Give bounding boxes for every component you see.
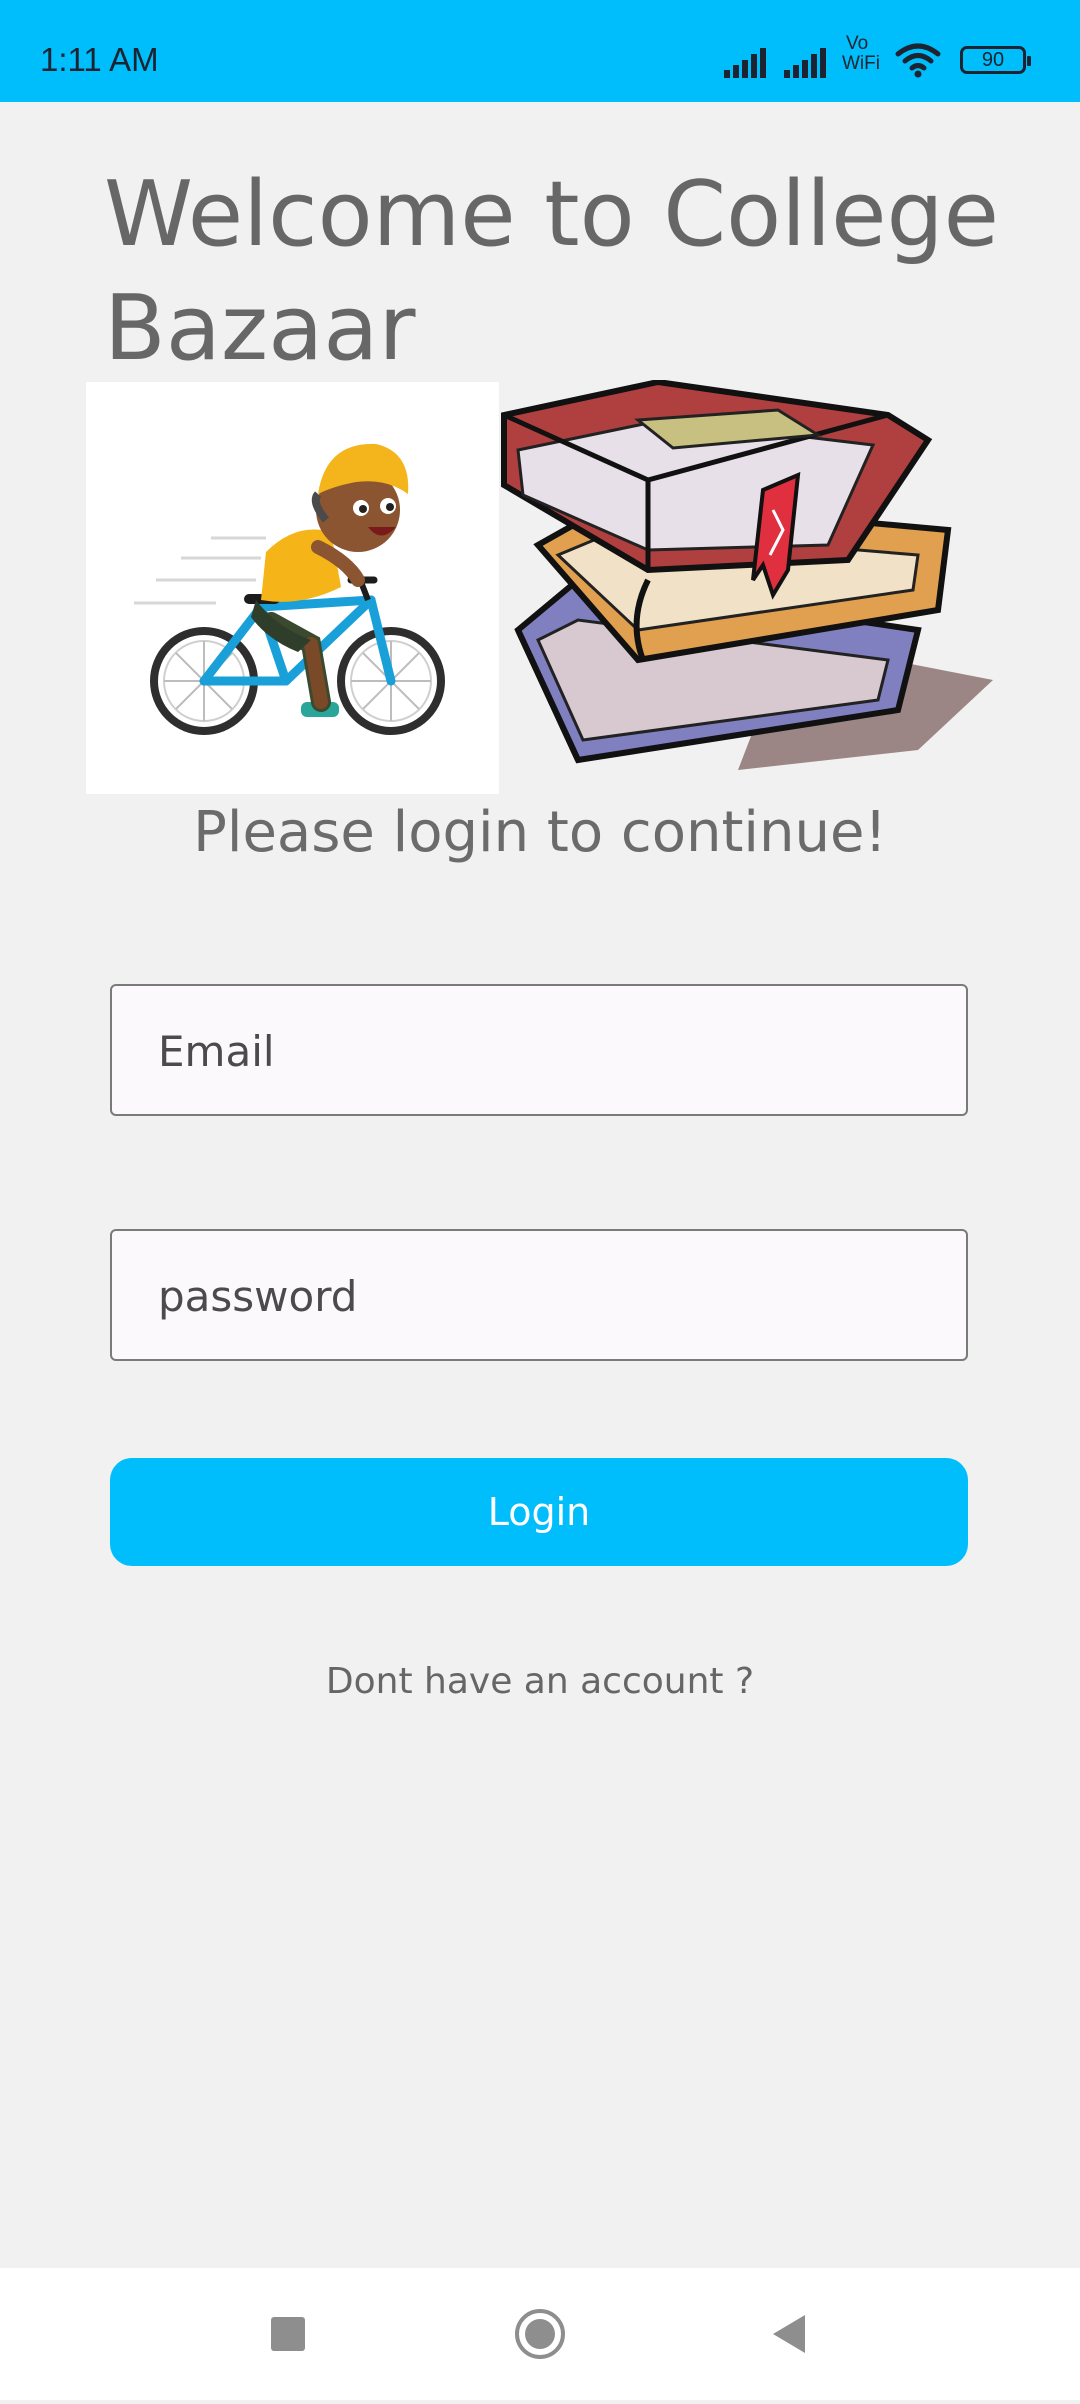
recent-apps-button[interactable] xyxy=(218,2268,358,2400)
signal-1-icon xyxy=(724,48,766,78)
page-title: Welcome to College Bazaar xyxy=(104,162,1000,381)
password-field[interactable] xyxy=(156,1231,940,1361)
status-icons: Vo WiFi 90 xyxy=(724,34,1034,86)
battery-level: 90 xyxy=(981,49,1005,71)
bicycle-illustration xyxy=(86,382,499,794)
login-subtitle: Please login to continue! xyxy=(193,800,887,865)
login-button[interactable]: Login xyxy=(110,1458,968,1566)
signal-2-icon xyxy=(784,48,826,78)
vowifi-top-text: Vo xyxy=(846,33,869,54)
home-button[interactable] xyxy=(470,2268,610,2400)
back-icon xyxy=(773,2315,805,2353)
books-illustration xyxy=(498,378,998,795)
back-button[interactable] xyxy=(718,2268,858,2400)
email-field-container xyxy=(110,984,968,1116)
vowifi-bottom-text: WiFi xyxy=(842,53,880,74)
recent-apps-icon xyxy=(271,2317,305,2351)
navigation-bar xyxy=(0,2268,1080,2400)
status-bar: 1:11 AM Vo WiFi 90 xyxy=(0,0,1080,102)
email-field[interactable] xyxy=(156,986,940,1116)
home-icon xyxy=(515,2309,565,2359)
password-field-container xyxy=(110,1229,968,1361)
wifi-icon xyxy=(895,43,941,78)
status-time: 1:11 AM xyxy=(40,41,159,78)
battery-icon: 90 xyxy=(960,46,1031,74)
vowifi-icon: Vo WiFi xyxy=(842,34,882,74)
signup-link[interactable]: Dont have an account ? xyxy=(0,1660,1080,1704)
